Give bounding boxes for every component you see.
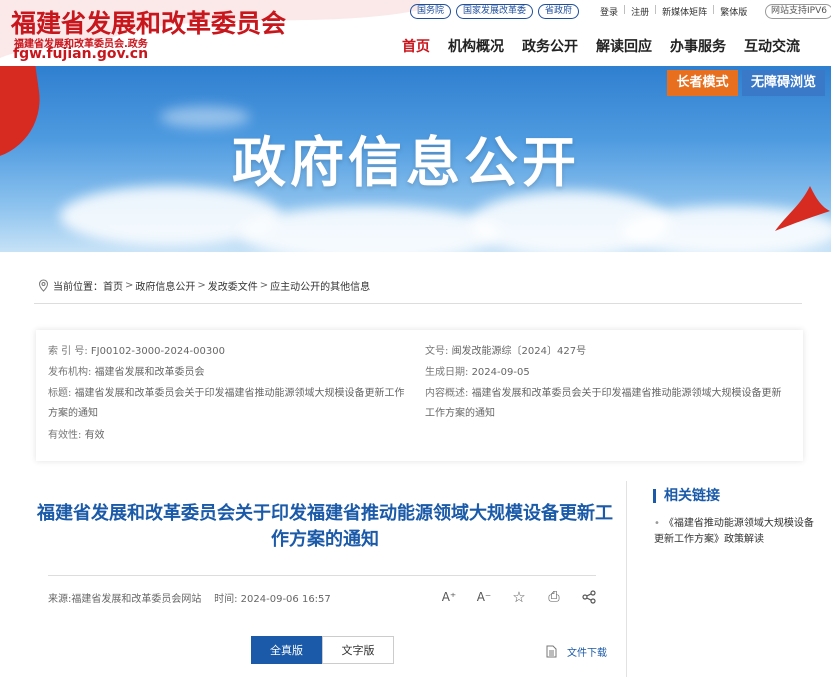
share-icon-graphic — [582, 590, 596, 604]
login-link[interactable]: 登录 — [600, 5, 618, 18]
source-value: 福建省发展和改革委员会网站 — [71, 594, 202, 605]
separator: | — [654, 5, 658, 15]
nav-services[interactable]: 办事服务 — [670, 36, 726, 56]
separator: | — [712, 5, 716, 15]
cloud-decoration — [240, 206, 500, 252]
red-ribbon-decoration — [0, 66, 48, 161]
location-icon — [38, 279, 49, 292]
separator: | — [623, 5, 627, 15]
meta-index-label: 索 引 号: — [48, 346, 88, 357]
register-link[interactable]: 注册 — [631, 5, 649, 18]
nav-interpretation[interactable]: 解读回应 — [596, 36, 652, 56]
document-meta-box: 索 引 号: FJ00102-3000-2024-00300 文号: 闽发改能源… — [36, 330, 803, 461]
meta-date-value: 2024-09-05 — [471, 367, 530, 378]
site-logo-url: fgw.fujian.gov.cn — [13, 46, 149, 62]
content-card: 当前位置： 首页 > 政府信息公开 > 发改委文件 > 应主动公开的其他信息 索… — [14, 252, 817, 677]
link-ndrc[interactable]: 国家发展改革委 — [456, 4, 534, 19]
time-label: 时间: — [214, 594, 238, 605]
ipv6-badge: 网站支持IPV6 — [765, 4, 831, 19]
nav-home[interactable]: 首页 — [402, 36, 430, 56]
share-icon[interactable] — [579, 588, 599, 606]
source-label: 来源: — [48, 594, 72, 605]
meta-summary-value: 福建省发展和改革委员会关于印发福建省推动能源领域大规模设备更新工作方案的通知 — [425, 388, 782, 419]
meta-index-value: FJ00102-3000-2024-00300 — [90, 346, 225, 357]
elder-mode-button[interactable]: 长者模式 — [667, 70, 738, 96]
breadcrumb-home[interactable]: 首页 — [103, 278, 123, 293]
article-source-line: 来源:福建省发展和改革委员会网站 时间: 2024-09-06 16:57 — [48, 590, 331, 605]
traditional-chinese-link[interactable]: 繁体版 — [720, 5, 747, 18]
font-decrease-icon[interactable]: A⁻ — [474, 588, 494, 606]
meta-title-label: 标题: — [48, 388, 72, 399]
file-download-link[interactable]: 文件下载 — [546, 644, 607, 659]
link-state-council[interactable]: 国务院 — [410, 4, 452, 19]
time-value: 2024-09-06 16:57 — [240, 594, 331, 605]
sidebar-divider — [626, 481, 627, 677]
meta-title: 标题: 福建省发展和改革委员会关于印发福建省推动能源领域大规模设备更新工作方案的… — [48, 384, 414, 424]
meta-validity-value: 有效 — [84, 430, 105, 441]
meta-index: 索 引 号: FJ00102-3000-2024-00300 — [48, 342, 225, 362]
breadcrumb-separator: > — [259, 280, 269, 291]
page-banner: 政府信息公开 长者模式 无障碍浏览 — [0, 66, 831, 252]
meta-publisher-value: 福建省发展和改革委员会 — [94, 367, 205, 378]
red-ribbon-decoration — [775, 186, 830, 231]
meta-date: 生成日期: 2024-09-05 — [425, 363, 530, 383]
related-link-item[interactable]: • 《福建省推动能源领域大规模设备更新工作方案》政策解读 — [654, 516, 814, 548]
meta-summary-label: 内容概述: — [425, 388, 469, 399]
favorite-icon[interactable]: ☆ — [509, 588, 529, 606]
meta-publisher-label: 发布机构: — [48, 367, 92, 378]
meta-validity: 有效性: 有效 — [48, 426, 105, 446]
version-toggle: 全真版 文字版 — [251, 636, 394, 664]
article-tools: A⁺ A⁻ ☆ ⎙ — [439, 588, 599, 606]
breadcrumb-other-info[interactable]: 应主动公开的其他信息 — [270, 278, 370, 293]
banner-title: 政府信息公开 — [232, 131, 580, 194]
file-download-label: 文件下载 — [567, 648, 607, 659]
meta-title-value: 福建省发展和改革委员会关于印发福建省推动能源领域大规模设备更新工作方案的通知 — [48, 388, 405, 419]
nav-gov-affairs[interactable]: 政务公开 — [522, 36, 578, 56]
meta-validity-label: 有效性: — [48, 430, 82, 441]
breadcrumb-separator: > — [125, 280, 134, 291]
main-nav: 首页 机构概况 政务公开 解读回应 办事服务 互动交流 — [402, 36, 818, 56]
meta-docno: 文号: 闽发改能源综〔2024〕427号 — [425, 342, 586, 362]
font-increase-icon[interactable]: A⁺ — [439, 588, 459, 606]
breadcrumb-ndrc-files[interactable]: 发改委文件 — [208, 278, 258, 293]
full-version-button[interactable]: 全真版 — [251, 636, 322, 664]
meta-date-label: 生成日期: — [425, 367, 469, 378]
breadcrumb-divider — [34, 303, 802, 304]
article-divider — [48, 575, 596, 576]
bullet-icon: • — [654, 518, 660, 529]
user-links: 登录 | 注册 | 新媒体矩阵 | 繁体版 — [600, 5, 747, 18]
related-link-text: 《福建省推动能源领域大规模设备更新工作方案》政策解读 — [654, 518, 814, 545]
site-header: 福建省发展和改革委员会 福建省发展和改革委员会.政务 fgw.fujian.go… — [0, 0, 831, 66]
print-icon[interactable]: ⎙ — [544, 588, 564, 606]
document-icon — [546, 645, 557, 658]
related-links-title: 相关链接 — [653, 489, 720, 503]
new-media-link[interactable]: 新媒体矩阵 — [662, 5, 707, 18]
link-provincial-gov[interactable]: 省政府 — [538, 4, 580, 19]
accessibility-button[interactable]: 无障碍浏览 — [742, 70, 825, 96]
breadcrumb-label: 当前位置： — [53, 282, 103, 293]
top-external-links: 国务院 国家发展改革委 省政府 — [410, 4, 580, 19]
nav-about[interactable]: 机构概况 — [448, 36, 504, 56]
meta-docno-label: 文号: — [425, 346, 449, 357]
breadcrumb-separator: > — [197, 280, 206, 291]
breadcrumb: 当前位置： 首页 > 政府信息公开 > 发改委文件 > 应主动公开的其他信息 — [38, 278, 370, 293]
breadcrumb-info-disclosure[interactable]: 政府信息公开 — [135, 278, 195, 293]
nav-interaction[interactable]: 互动交流 — [744, 36, 800, 56]
meta-docno-value: 闽发改能源综〔2024〕427号 — [451, 346, 587, 357]
text-version-button[interactable]: 文字版 — [322, 636, 394, 664]
article-title: 福建省发展和改革委员会关于印发福建省推动能源领域大规模设备更新工作方案的通知 — [37, 503, 613, 550]
meta-publisher: 发布机构: 福建省发展和改革委员会 — [48, 363, 205, 383]
meta-summary: 内容概述: 福建省发展和改革委员会关于印发福建省推动能源领域大规模设备更新工作方… — [425, 384, 789, 424]
